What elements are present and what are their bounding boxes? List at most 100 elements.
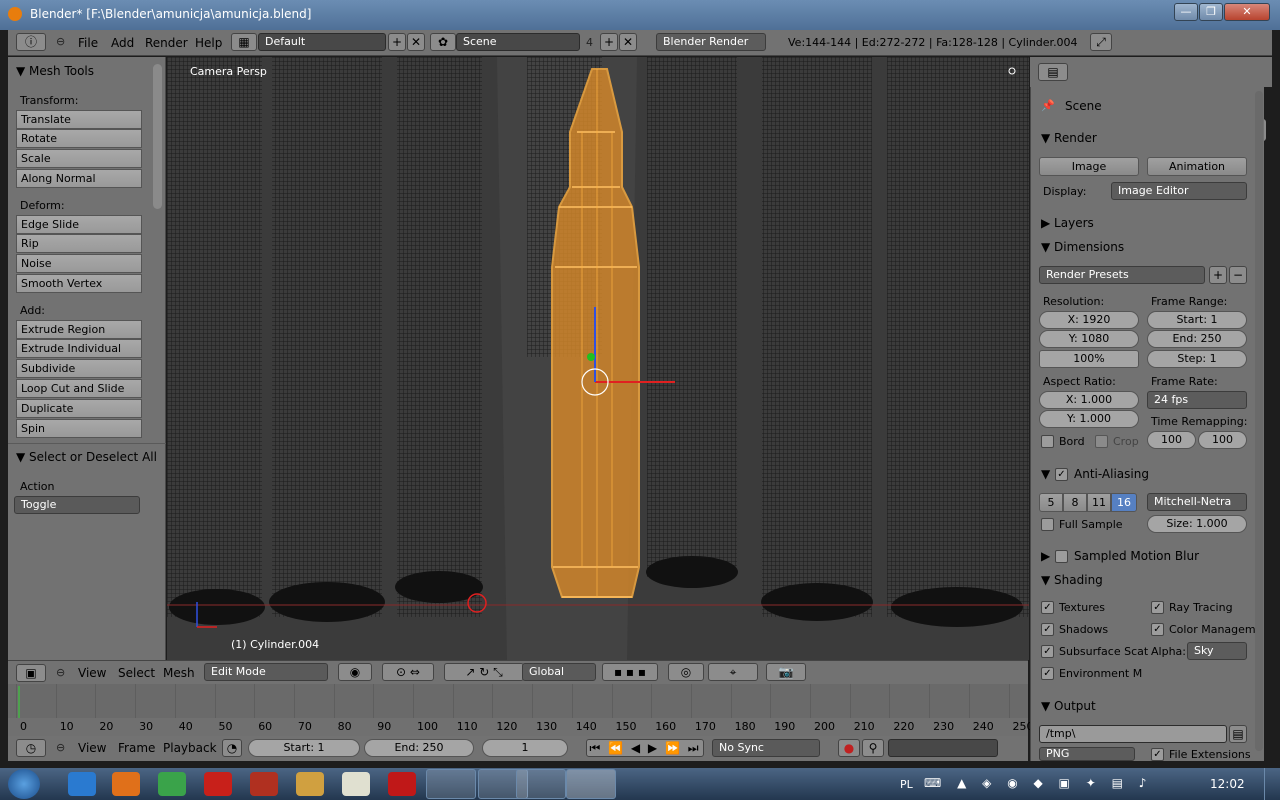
output-panel-header[interactable]: ▼ Output <box>1041 699 1096 713</box>
menu-add[interactable]: Add <box>111 36 134 50</box>
output-path-field[interactable]: /tmp\ <box>1039 725 1227 743</box>
remove-scene-button[interactable]: ✕ <box>619 33 637 51</box>
3d-viewport[interactable]: Camera Persp (1) Cylinder.004 <box>167 57 1029 660</box>
blender-taskbar-button[interactable] <box>566 769 616 799</box>
anti-aliasing-checkbox[interactable]: ✓ <box>1055 468 1068 481</box>
layout-field[interactable]: Default <box>258 33 386 51</box>
aspect-y-field[interactable]: Y: 1.000 <box>1039 410 1139 428</box>
editor-type-timeline-icon[interactable]: ◷ <box>16 739 46 757</box>
current-frame-field[interactable]: 1 <box>482 739 568 757</box>
duplicate-button[interactable]: Duplicate <box>16 399 142 418</box>
render-panel-header[interactable]: ▼ Render <box>1041 131 1097 145</box>
frame-step-field[interactable]: Step: 1 <box>1147 350 1247 368</box>
time-remap-new-field[interactable]: 100 <box>1198 431 1247 449</box>
scale-button[interactable]: Scale <box>16 149 142 168</box>
proportional-edit-icon[interactable]: ◎ <box>668 663 704 681</box>
app-icon[interactable] <box>250 772 278 796</box>
resolution-percent-field[interactable]: 100% <box>1039 350 1139 368</box>
sss-checkbox[interactable]: ✓ <box>1041 645 1054 658</box>
word-taskbar-button[interactable] <box>516 769 566 799</box>
editor-type-properties-icon[interactable]: ▤ <box>1038 63 1068 81</box>
scene-field[interactable]: Scene <box>456 33 580 51</box>
textures-checkbox[interactable]: ✓ <box>1041 601 1054 614</box>
file-explorer-icon[interactable] <box>296 772 324 796</box>
skype-taskbar-button[interactable] <box>426 769 476 799</box>
file-format-select[interactable]: PNG <box>1039 747 1135 761</box>
alpha-select[interactable]: Sky <box>1187 642 1247 660</box>
acrobat-icon[interactable] <box>388 772 416 796</box>
collapse-menu-icon[interactable]: ⊖ <box>56 35 65 48</box>
menu-view[interactable]: View <box>78 741 106 755</box>
keying-set-icon[interactable]: ⚲ <box>862 739 884 757</box>
full-sample-checkbox[interactable] <box>1041 518 1054 531</box>
frame-start-field[interactable]: Start: 1 <box>1147 311 1247 329</box>
along-normal-button[interactable]: Along Normal <box>16 169 142 188</box>
timeline-area[interactable]: 0 10 20 30 40 50 60 70 80 90 100 110 120 130 140 150 160… <box>8 684 1034 736</box>
menu-frame[interactable]: Frame <box>118 741 155 755</box>
menu-playback[interactable]: Playback <box>163 741 217 755</box>
render-presets-select[interactable]: Render Presets <box>1039 266 1205 284</box>
menu-mesh[interactable]: Mesh <box>163 666 195 680</box>
opera-icon[interactable] <box>204 772 232 796</box>
frame-end-field[interactable]: End: 250 <box>1147 330 1247 348</box>
firefox-icon[interactable] <box>112 772 140 796</box>
add-scene-button[interactable]: + <box>600 33 618 51</box>
layers-panel-header[interactable]: ▶ Layers <box>1041 216 1094 230</box>
snap-icon[interactable]: ⌖ <box>708 663 758 681</box>
operator-panel-header[interactable]: ▼ Select or Deselect All <box>16 450 157 464</box>
y-manipulator-handle[interactable] <box>587 353 595 361</box>
viewport-shading-icon[interactable]: ◉ <box>338 663 372 681</box>
minimize-button[interactable]: — <box>1174 3 1198 21</box>
editor-type-info-icon[interactable]: ⓘ <box>16 33 46 51</box>
sync-mode-select[interactable]: No Sync <box>712 739 820 757</box>
file-browse-icon[interactable]: ▤ <box>1229 725 1247 743</box>
aspect-x-field[interactable]: X: 1.000 <box>1039 391 1139 409</box>
smooth-vertex-button[interactable]: Smooth Vertex <box>16 274 142 293</box>
aa-samples-16[interactable]: 16 <box>1111 493 1137 512</box>
translate-button[interactable]: Translate <box>16 110 142 129</box>
display-select[interactable]: Image Editor <box>1111 182 1247 200</box>
screen-layout-icon[interactable]: ▦ <box>231 33 257 51</box>
current-frame-indicator[interactable] <box>18 686 20 720</box>
add-preset-button[interactable]: + <box>1209 266 1227 284</box>
crop-checkbox[interactable] <box>1095 435 1108 448</box>
fullscreen-icon[interactable]: ⤢ <box>1090 33 1112 51</box>
rip-button[interactable]: Rip <box>16 234 142 253</box>
anti-aliasing-panel-header[interactable]: ▼ <box>1041 467 1050 481</box>
start-frame-field[interactable]: Start: 1 <box>248 739 360 757</box>
remove-preset-button[interactable]: − <box>1229 266 1247 284</box>
render-preview-icon[interactable]: 📷 <box>766 663 806 681</box>
menu-file[interactable]: File <box>78 36 98 50</box>
menu-select[interactable]: Select <box>118 666 155 680</box>
noise-button[interactable]: Noise <box>16 254 142 273</box>
start-button-windows-icon[interactable] <box>8 769 40 799</box>
notepad-icon[interactable] <box>342 772 370 796</box>
keying-set-field[interactable] <box>888 739 998 757</box>
frame-rate-select[interactable]: 24 fps <box>1147 391 1247 409</box>
mesh-tools-header[interactable]: ▼ Mesh Tools <box>16 64 94 78</box>
manipulator-toggle-icon[interactable]: ↗ ↻ ⤡ <box>444 663 524 681</box>
ray-tracing-checkbox[interactable]: ✓ <box>1151 601 1164 614</box>
record-icon[interactable]: ● <box>838 739 860 757</box>
menu-help[interactable]: Help <box>195 36 222 50</box>
motion-blur-panel-header[interactable]: ▶ <box>1041 549 1050 563</box>
properties-scrollbar[interactable] <box>1255 91 1263 751</box>
aa-samples-5[interactable]: 5 <box>1039 493 1063 512</box>
render-image-button[interactable]: Image <box>1039 157 1139 176</box>
extrude-region-button[interactable]: Extrude Region <box>16 320 142 339</box>
aa-samples-8[interactable]: 8 <box>1063 493 1087 512</box>
internet-explorer-icon[interactable] <box>68 772 96 796</box>
input-language[interactable]: PL <box>900 778 913 791</box>
render-animation-button[interactable]: Animation <box>1147 157 1247 176</box>
env-map-checkbox[interactable]: ✓ <box>1041 667 1054 680</box>
pin-icon[interactable]: 📌 <box>1041 99 1055 112</box>
resolution-x-field[interactable]: X: 1920 <box>1039 311 1139 329</box>
menu-view[interactable]: View <box>78 666 106 680</box>
close-button[interactable]: ✕ <box>1224 3 1270 21</box>
color-management-checkbox[interactable]: ✓ <box>1151 623 1164 636</box>
scene-icon[interactable]: ✿ <box>430 33 456 51</box>
tool-shelf-scrollbar[interactable] <box>153 64 162 209</box>
resolution-y-field[interactable]: Y: 1080 <box>1039 330 1139 348</box>
pivot-point-icon[interactable]: ⊙ ⇔ <box>382 663 434 681</box>
menu-render[interactable]: Render <box>145 36 188 50</box>
